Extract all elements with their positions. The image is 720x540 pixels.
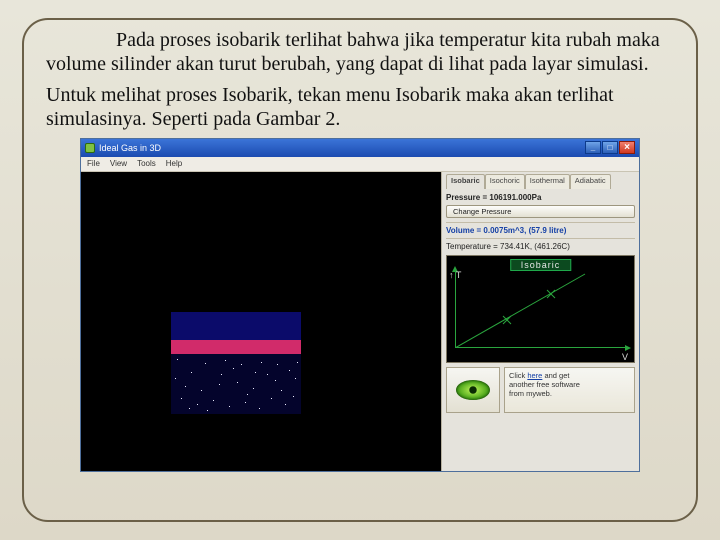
maximize-button[interactable]: □ (602, 141, 618, 154)
menu-file[interactable]: File (87, 159, 100, 168)
promo-line1a: Click (509, 371, 527, 380)
window-controls: _ □ × (585, 141, 635, 154)
graph-line (455, 268, 595, 348)
graph-box: Isobaric ↑ T V (446, 255, 635, 363)
side-panel: Isobaric Isochoric Isothermal Adiabatic … (441, 172, 639, 471)
promo-line3: from myweb. (509, 389, 552, 398)
x-axis-arrow-icon (625, 345, 631, 351)
window-title: Ideal Gas in 3D (99, 143, 161, 153)
process-tabs: Isobaric Isochoric Isothermal Adiabatic (446, 174, 635, 189)
paragraph-1-text: Pada proses isobarik terlihat bahwa jika… (46, 29, 660, 75)
paragraph-1: Pada proses isobarik terlihat bahwa jika… (46, 28, 674, 77)
tab-isothermal[interactable]: Isothermal (525, 174, 570, 189)
menubar: File View Tools Help (81, 157, 639, 172)
logo-box (446, 367, 500, 413)
content-row: Isobaric Isochoric Isothermal Adiabatic … (81, 172, 639, 471)
pressure-readout: Pressure = 106191.000Pa (446, 193, 635, 202)
tab-isobaric[interactable]: Isobaric (446, 174, 485, 189)
menu-tools[interactable]: Tools (137, 159, 156, 168)
promo-link[interactable]: here (527, 371, 542, 380)
piston-band (171, 340, 301, 354)
minimize-button[interactable]: _ (585, 141, 601, 154)
titlebar: Ideal Gas in 3D _ □ × (81, 139, 639, 157)
menu-help[interactable]: Help (166, 159, 182, 168)
piston-assembly (171, 312, 301, 414)
menu-view[interactable]: View (110, 159, 127, 168)
volume-readout: Volume = 0.0075m^3, (57.9 litre) (446, 226, 635, 235)
slide-frame: Pada proses isobarik terlihat bahwa jika… (22, 18, 698, 522)
tab-adiabatic[interactable]: Adiabatic (570, 174, 611, 189)
temperature-readout: Temperature = 734.41K, (461.26C) (446, 242, 635, 251)
simulation-viewport (81, 172, 441, 471)
change-pressure-button[interactable]: Change Pressure (446, 205, 635, 218)
tab-isochoric[interactable]: Isochoric (485, 174, 525, 189)
gas-chamber (171, 354, 301, 414)
promo-line1b: and get (542, 371, 569, 380)
app-window: Ideal Gas in 3D _ □ × File View Tools He… (80, 138, 640, 472)
piston-head (171, 312, 301, 340)
x-axis-label: V (622, 352, 628, 362)
paragraph-2-text: Untuk melihat proses Isobarik, tekan men… (46, 84, 614, 130)
eye-logo-icon (456, 380, 490, 400)
panel-footer: Click here and get another free software… (446, 367, 635, 413)
paragraph-2: Untuk melihat proses Isobarik, tekan men… (46, 83, 674, 132)
promo-line2: another free software (509, 380, 580, 389)
close-button[interactable]: × (619, 141, 635, 154)
promo-box: Click here and get another free software… (504, 367, 635, 413)
app-icon (85, 143, 95, 153)
